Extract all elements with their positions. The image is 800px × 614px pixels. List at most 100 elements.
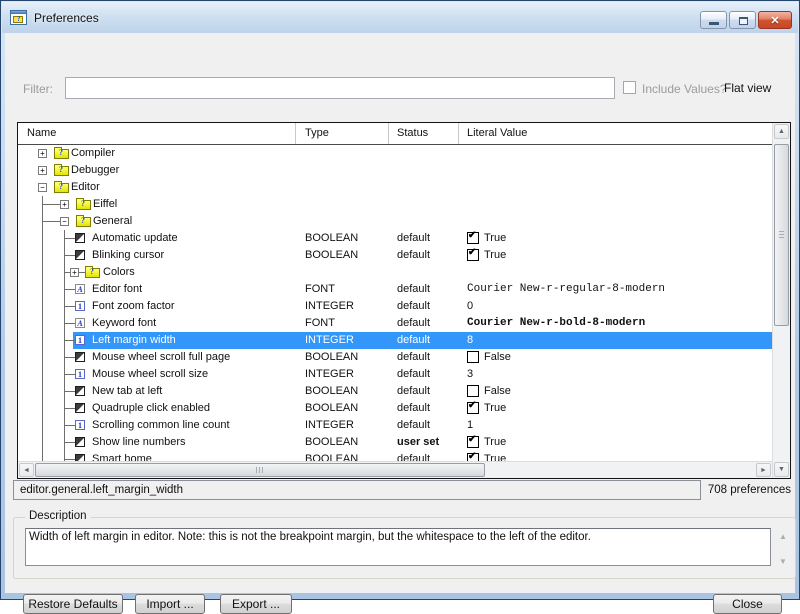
- dialog-client-area: Filter: Include Values? Flat view Name T…: [5, 33, 795, 593]
- expand-toggle[interactable]: −: [60, 217, 69, 226]
- tree-line: [65, 459, 75, 460]
- tree-line: [65, 323, 75, 324]
- expand-toggle[interactable]: +: [38, 149, 47, 158]
- pref-value-label: True: [484, 402, 506, 414]
- scroll-down-icon: ▼: [778, 466, 785, 473]
- tree-line: [42, 366, 43, 383]
- pref-value: Courier New-r-regular-8-modern: [467, 283, 665, 295]
- tree-line: [65, 238, 75, 239]
- pref-name: Colors: [103, 266, 135, 278]
- tree-row-debugger[interactable]: +Debugger: [18, 162, 772, 179]
- boolean-pref-icon: [75, 250, 85, 260]
- include-values-checkbox[interactable]: [623, 81, 636, 94]
- tree-row-compiler[interactable]: + Compiler: [18, 145, 772, 162]
- pref-status: user set: [397, 436, 439, 448]
- check-icon: ✔: [468, 400, 476, 411]
- expand-toggle[interactable]: +: [38, 166, 47, 175]
- title-bar[interactable]: Preferences ✕: [2, 2, 798, 33]
- tree-header: Name Type Status Literal Value: [18, 123, 772, 145]
- close-window-button[interactable]: ✕: [758, 11, 792, 29]
- pref-status: default: [397, 300, 430, 312]
- tree-row-font-zoom-factor[interactable]: 1Font zoom factorINTEGERdefault0: [18, 298, 772, 315]
- tree-line: [43, 221, 60, 222]
- check-icon: ✔: [468, 230, 476, 241]
- tree-row-mouse-wheel-scroll-full-page[interactable]: Mouse wheel scroll full pageBOOLEANdefau…: [18, 349, 772, 366]
- tree-row-blinking-cursor[interactable]: Blinking cursorBOOLEANdefault✔True: [18, 247, 772, 264]
- close-button[interactable]: Close: [713, 594, 782, 614]
- column-header-literal-value[interactable]: Literal Value: [467, 127, 527, 139]
- filter-input[interactable]: [65, 77, 615, 99]
- tree-line: [43, 204, 60, 205]
- pref-value-checkbox[interactable]: ✔: [467, 453, 479, 461]
- pref-name: Smart home: [92, 453, 152, 461]
- tree-line: [42, 230, 43, 247]
- tree-line: [65, 391, 75, 392]
- import-button[interactable]: Import ...: [135, 594, 205, 614]
- tree-line: [65, 425, 75, 426]
- scroll-left-button[interactable]: ◄: [19, 463, 34, 477]
- pref-status: default: [397, 351, 430, 363]
- horizontal-scroll-thumb[interactable]: [35, 463, 485, 477]
- tree-row-mouse-wheel-scroll-size[interactable]: 1Mouse wheel scroll sizeINTEGERdefault3: [18, 366, 772, 383]
- tree-row-keyword-font[interactable]: AKeyword fontFONTdefaultCourier New-r-bo…: [18, 315, 772, 332]
- pref-name: Compiler: [71, 147, 115, 159]
- expand-toggle[interactable]: −: [38, 183, 47, 192]
- restore-defaults-button[interactable]: Restore Defaults: [23, 594, 123, 614]
- pref-value-checkbox[interactable]: [467, 385, 479, 397]
- column-header-status[interactable]: Status: [397, 127, 428, 139]
- tree-row-eiffel[interactable]: +Eiffel: [18, 196, 772, 213]
- tree-row-general[interactable]: − General: [18, 213, 772, 230]
- column-header-type[interactable]: Type: [305, 127, 329, 139]
- folder-icon: [54, 149, 69, 159]
- pref-value-checkbox[interactable]: ✔: [467, 436, 479, 448]
- pref-value-checkbox[interactable]: ✔: [467, 402, 479, 414]
- minimize-button[interactable]: [700, 11, 727, 29]
- tree-row-editor-font[interactable]: AEditor fontFONTdefaultCourier New-r-reg…: [18, 281, 772, 298]
- pref-value-checkbox[interactable]: ✔: [467, 232, 479, 244]
- scroll-right-button[interactable]: ►: [756, 463, 771, 477]
- selected-preference-path: editor.general.left_margin_width: [20, 484, 183, 496]
- tree-row-show-line-numbers[interactable]: Show line numbersBOOLEANuser set✔True: [18, 434, 772, 451]
- pref-status: default: [397, 419, 430, 431]
- app-icon[interactable]: [10, 10, 27, 25]
- boolean-pref-icon: [75, 403, 85, 413]
- pref-name: Blinking cursor: [92, 249, 164, 261]
- pref-name: General: [93, 215, 132, 227]
- caption-buttons: ✕: [700, 11, 792, 29]
- selected-preference-path-field: editor.general.left_margin_width: [13, 480, 701, 500]
- horizontal-scrollbar[interactable]: ◄ ►: [18, 461, 772, 478]
- tree-row-new-tab-at-left[interactable]: New tab at leftBOOLEANdefaultFalse: [18, 383, 772, 400]
- tree-row-scrolling-common-line-count[interactable]: 1Scrolling common line countINTEGERdefau…: [18, 417, 772, 434]
- expand-toggle[interactable]: +: [70, 268, 79, 277]
- tree-row-automatic-update[interactable]: Automatic updateBOOLEANdefault✔True: [18, 230, 772, 247]
- tree-line: [65, 289, 75, 290]
- tree-line: [65, 306, 75, 307]
- tree-row-colors[interactable]: + Colors: [18, 264, 772, 281]
- pref-type: BOOLEAN: [305, 249, 358, 261]
- pref-value-checkbox[interactable]: ✔: [467, 249, 479, 261]
- tree-row-editor[interactable]: −Editor: [18, 179, 772, 196]
- flat-view-toggle[interactable]: Flat view: [724, 81, 771, 95]
- scroll-up-icon: ▲: [778, 128, 785, 135]
- font-pref-icon: A: [75, 284, 85, 294]
- expand-toggle[interactable]: +: [60, 200, 69, 209]
- maximize-button[interactable]: [729, 11, 756, 29]
- pref-status: default: [397, 249, 430, 261]
- pref-value: 1: [467, 419, 473, 431]
- pref-type: BOOLEAN: [305, 453, 358, 461]
- tree-row-smart-home[interactable]: Smart homeBOOLEANdefault✔True: [18, 451, 772, 461]
- column-header-name[interactable]: Name: [27, 127, 56, 139]
- vertical-scrollbar[interactable]: ▲ ▼: [772, 123, 790, 478]
- scroll-down-button[interactable]: ▼: [774, 462, 789, 477]
- tree-rows: + Compiler +Debugger−Editor+Eiffel − General…: [18, 145, 772, 461]
- scroll-up-button[interactable]: ▲: [774, 124, 789, 139]
- export-button[interactable]: Export ...: [220, 594, 292, 614]
- tree-row-quadruple-click-enabled[interactable]: Quadruple click enabledBOOLEANdefault✔Tr…: [18, 400, 772, 417]
- tree-row-left-margin-width[interactable]: 1Left margin widthINTEGERdefault8: [18, 332, 772, 349]
- scroll-left-icon: ◄: [23, 467, 30, 474]
- vertical-scroll-thumb[interactable]: [774, 144, 789, 326]
- check-icon: ✔: [468, 451, 476, 461]
- pref-value-checkbox[interactable]: [467, 351, 479, 363]
- pref-name: Left margin width: [92, 334, 176, 346]
- integer-pref-icon: 1: [75, 420, 85, 430]
